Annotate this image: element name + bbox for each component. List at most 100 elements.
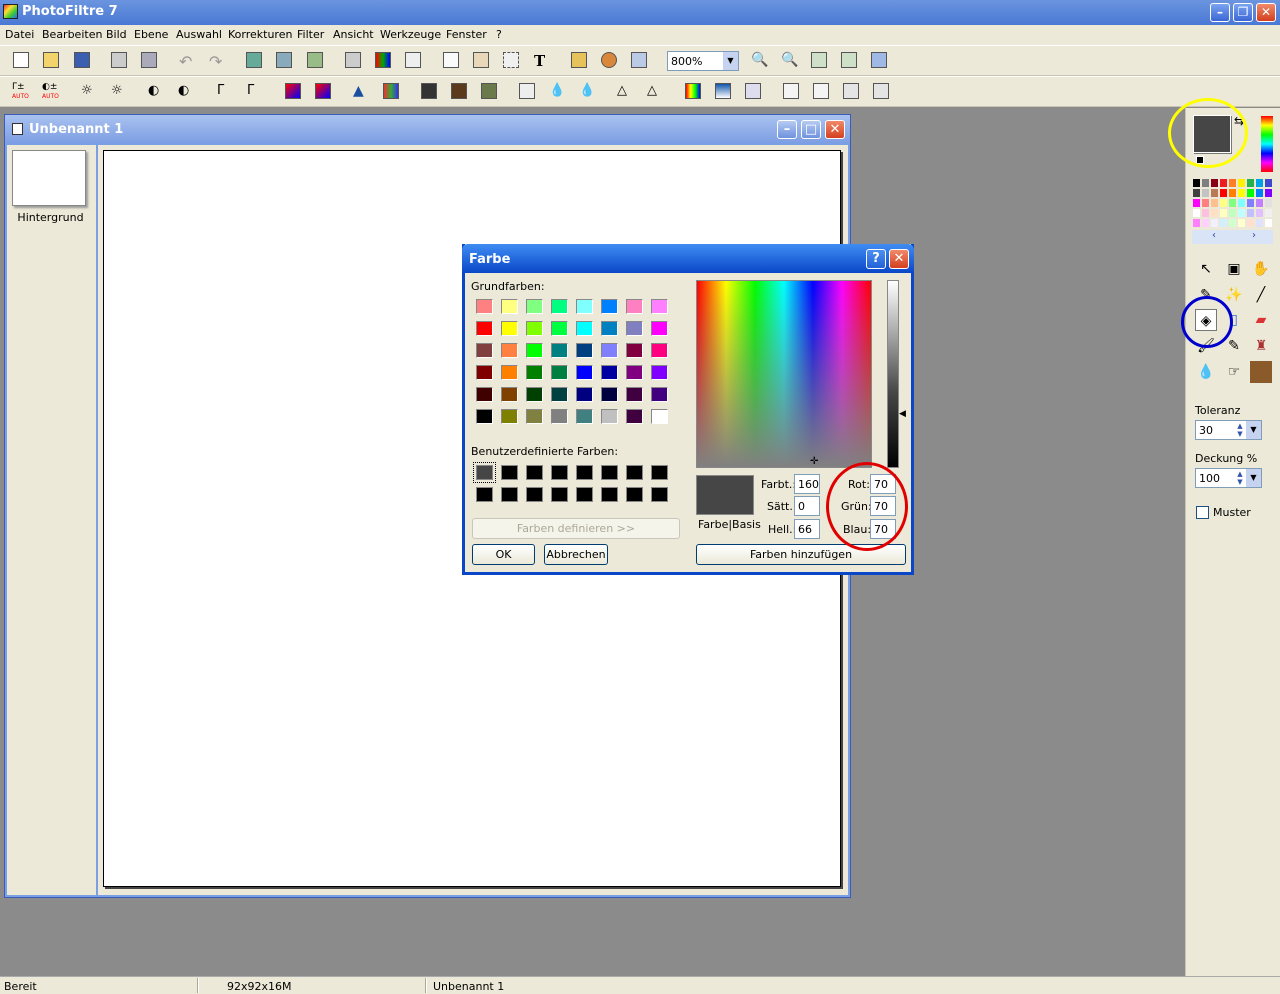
contrast-minus-icon[interactable]: ◐ xyxy=(148,83,166,101)
auto-levels-icon[interactable]: Γ± AUTO xyxy=(12,83,30,101)
palette-swatch[interactable] xyxy=(1219,188,1228,198)
basic-color-swatch[interactable] xyxy=(476,365,493,380)
basic-color-swatch[interactable] xyxy=(501,365,518,380)
palette-swatch[interactable] xyxy=(1255,178,1264,188)
basic-color-swatch[interactable] xyxy=(501,409,518,424)
flip-vertical-icon[interactable] xyxy=(813,83,831,101)
saturation-plus-icon[interactable] xyxy=(315,83,333,101)
gradient-icon[interactable] xyxy=(685,83,703,101)
basic-color-swatch[interactable] xyxy=(551,387,568,402)
color-spectrum[interactable]: ✛ xyxy=(696,280,872,468)
automation-icon[interactable] xyxy=(405,52,423,70)
palette-swatch[interactable] xyxy=(1237,208,1246,218)
picker-tool-icon[interactable]: ▣ xyxy=(1223,258,1245,280)
basic-color-swatch[interactable] xyxy=(551,343,568,358)
rotate-icon[interactable] xyxy=(843,83,861,101)
custom-color-swatch[interactable] xyxy=(601,487,618,502)
sat-input[interactable]: 0 xyxy=(794,496,820,516)
basic-color-swatch[interactable] xyxy=(501,387,518,402)
palette-swatch[interactable] xyxy=(1210,178,1219,188)
custom-color-swatch[interactable] xyxy=(626,487,643,502)
define-colors-button[interactable]: Farben definieren >> xyxy=(472,518,680,539)
basic-color-swatch[interactable] xyxy=(526,387,543,402)
levels-icon[interactable]: ▲ xyxy=(353,83,371,101)
opacity-input[interactable]: 100 ▲ ▼ ▼ xyxy=(1195,468,1262,488)
brightness-plus-icon[interactable]: ☼ xyxy=(111,83,129,101)
custom-color-swatch[interactable] xyxy=(576,465,593,480)
blur-tool-icon[interactable]: 💧 xyxy=(1195,361,1217,383)
custom-color-swatch[interactable] xyxy=(601,465,618,480)
undo-icon[interactable]: ↶ xyxy=(179,52,197,71)
basic-color-swatch[interactable] xyxy=(601,387,618,402)
palette-swatch[interactable] xyxy=(1228,208,1237,218)
basic-color-swatch[interactable] xyxy=(601,343,618,358)
basic-color-swatch[interactable] xyxy=(601,409,618,424)
basic-color-swatch[interactable] xyxy=(551,299,568,314)
zoom-out-icon[interactable]: 🔍 xyxy=(781,52,799,70)
basic-color-swatch[interactable] xyxy=(651,387,668,402)
print-icon[interactable] xyxy=(111,52,129,70)
palette-swatch[interactable] xyxy=(1264,208,1273,218)
blur-icon[interactable]: 💧 xyxy=(549,83,567,101)
palette-swatch[interactable] xyxy=(1201,198,1210,208)
custom-color-swatch[interactable] xyxy=(576,487,593,502)
palette-swatch[interactable] xyxy=(1210,198,1219,208)
palette-swatch[interactable] xyxy=(1255,218,1264,228)
layer-thumbnail[interactable] xyxy=(12,150,86,206)
plugin-icon[interactable] xyxy=(601,52,619,70)
color-spectrum-bar[interactable] xyxy=(1261,116,1273,172)
palette-swatch[interactable] xyxy=(1246,218,1255,228)
basic-color-swatch[interactable] xyxy=(526,321,543,336)
contrast-plus-icon[interactable]: ◐ xyxy=(178,83,196,101)
color-grid-icon[interactable] xyxy=(375,52,393,70)
palette-swatch[interactable] xyxy=(1228,188,1237,198)
basic-color-swatch[interactable] xyxy=(551,321,568,336)
palette-swatch[interactable] xyxy=(1192,208,1201,218)
lum-input[interactable]: 66 xyxy=(794,519,820,539)
menu-ansicht[interactable]: Ansicht xyxy=(333,28,374,41)
custom-color-swatch[interactable] xyxy=(501,465,518,480)
basic-color-swatch[interactable] xyxy=(601,299,618,314)
menu-filter[interactable]: Filter xyxy=(297,28,324,41)
brightness-minus-icon[interactable]: ☼ xyxy=(81,83,99,101)
palette-swatch[interactable] xyxy=(1246,178,1255,188)
basic-color-swatch[interactable] xyxy=(576,299,593,314)
actual-size-icon[interactable] xyxy=(841,52,859,70)
filter-c-icon[interactable] xyxy=(481,83,499,101)
basic-color-swatch[interactable] xyxy=(551,365,568,380)
basic-color-swatch[interactable] xyxy=(651,343,668,358)
custom-color-swatch[interactable] xyxy=(651,487,668,502)
palette-swatch[interactable] xyxy=(1219,198,1228,208)
doc-maximize-button[interactable]: □ xyxy=(801,120,821,139)
line-tool-icon[interactable]: ╱ xyxy=(1250,284,1272,306)
palette-swatch[interactable] xyxy=(1210,208,1219,218)
basic-color-swatch[interactable] xyxy=(476,409,493,424)
basic-color-swatch[interactable] xyxy=(501,299,518,314)
zoom-select[interactable]: 800% ▼ xyxy=(667,51,739,71)
cancel-button[interactable]: Abbrechen xyxy=(544,544,608,565)
basic-color-swatch[interactable] xyxy=(501,343,518,358)
palette-next-icon[interactable]: › xyxy=(1252,230,1256,241)
color-palette[interactable] xyxy=(1192,178,1273,230)
transparency-icon[interactable] xyxy=(345,52,363,70)
chevron-down-icon[interactable]: ▼ xyxy=(1246,421,1261,439)
palette-swatch[interactable] xyxy=(1210,188,1219,198)
basic-color-swatch[interactable] xyxy=(651,409,668,424)
basic-color-swatch[interactable] xyxy=(526,299,543,314)
filter-a-icon[interactable] xyxy=(421,83,439,101)
basic-color-swatch[interactable] xyxy=(576,387,593,402)
ok-button[interactable]: OK xyxy=(472,544,535,565)
basic-color-swatch[interactable] xyxy=(576,409,593,424)
menu-auswahl[interactable]: Auswahl xyxy=(176,28,222,41)
basic-color-swatch[interactable] xyxy=(601,321,618,336)
gamma-plus-icon[interactable]: Γ xyxy=(247,83,265,101)
palette-swatch[interactable] xyxy=(1255,198,1264,208)
text-frame-icon[interactable] xyxy=(443,52,461,70)
flip-horizontal-icon[interactable] xyxy=(783,83,801,101)
menu-korrekturen[interactable]: Korrekturen xyxy=(228,28,292,41)
custom-color-swatch[interactable] xyxy=(526,465,543,480)
zoom-in-icon[interactable]: 🔍 xyxy=(751,52,769,70)
chevron-down-icon[interactable]: ▼ xyxy=(723,52,738,70)
hand-tool-icon[interactable]: ✋ xyxy=(1250,258,1272,280)
new-file-icon[interactable] xyxy=(13,52,31,70)
